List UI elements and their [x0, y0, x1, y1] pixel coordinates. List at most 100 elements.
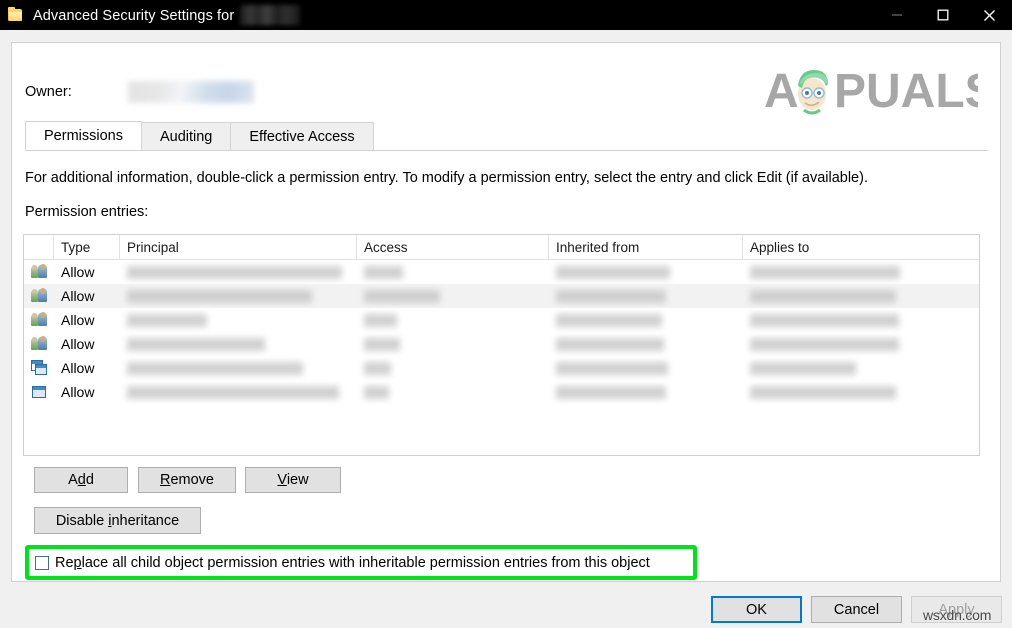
column-header-access[interactable]: Access	[357, 235, 549, 259]
tab-auditing-label: Auditing	[159, 128, 213, 145]
row-inherited-from-cell	[549, 380, 743, 404]
minimize-icon[interactable]	[874, 0, 920, 30]
add-button[interactable]: Add	[34, 467, 128, 493]
tab-auditing[interactable]: Auditing	[140, 122, 232, 150]
row-principal-cell	[120, 260, 357, 284]
permission-entries-list[interactable]: Type Principal Access Inherited from App…	[23, 234, 980, 456]
view-button[interactable]: View	[245, 467, 341, 493]
advanced-security-settings-dialog: Advanced Security Settings for Owner: A …	[0, 0, 1012, 628]
row-icon-cell	[24, 356, 54, 380]
redacted-value	[750, 313, 899, 327]
row-applies-to-cell	[743, 308, 978, 332]
cancel-button[interactable]: Cancel	[811, 596, 902, 623]
redacted-value	[556, 337, 664, 351]
permission-entries-label: Permission entries:	[25, 204, 149, 220]
column-header-type[interactable]: Type	[54, 235, 120, 259]
row-principal-cell	[120, 332, 357, 356]
row-inherited-from-cell	[549, 284, 743, 308]
row-applies-to-cell	[743, 380, 978, 404]
column-header-applies-to[interactable]: Applies to	[743, 235, 978, 259]
row-inherited-from-cell	[549, 308, 743, 332]
replace-child-permissions-checkbox[interactable]	[35, 555, 49, 570]
info-text: For additional information, double-click…	[25, 170, 868, 186]
redacted-value	[364, 289, 440, 303]
row-access-cell	[357, 284, 549, 308]
view-button-label: View	[277, 472, 309, 488]
redacted-value	[364, 337, 400, 351]
row-inherited-from-cell	[549, 332, 743, 356]
column-header-principal[interactable]: Principal	[120, 235, 357, 259]
window-title-redacted-name	[240, 5, 301, 25]
tab-permissions[interactable]: Permissions	[25, 121, 142, 150]
window-stack-icon	[30, 360, 48, 376]
redacted-value	[750, 265, 900, 279]
replace-child-permissions-highlight: Replace all child object permission entr…	[25, 545, 697, 580]
list-header-row: Type Principal Access Inherited from App…	[24, 235, 979, 260]
redacted-value	[364, 265, 403, 279]
row-type-cell: Allow	[61, 288, 95, 304]
row-principal-cell	[120, 284, 357, 308]
row-access-cell	[357, 356, 549, 380]
row-type-cell: Allow	[61, 384, 95, 400]
cancel-button-label: Cancel	[833, 601, 880, 618]
redacted-value	[127, 337, 265, 351]
replace-child-permissions-label: Replace all child object permission entr…	[55, 554, 650, 571]
row-access-cell	[357, 380, 549, 404]
disable-inheritance-button-label: Disable inheritance	[55, 512, 180, 529]
table-row[interactable]: Allow	[24, 380, 979, 404]
row-principal-cell	[120, 308, 357, 332]
column-header-icon[interactable]	[24, 235, 54, 259]
svg-text:A: A	[764, 65, 799, 116]
add-button-label: Add	[68, 472, 94, 488]
title-bar: Advanced Security Settings for	[0, 0, 1012, 30]
table-row[interactable]: Allow	[24, 260, 979, 284]
site-watermark: wsxdn.com	[923, 607, 992, 623]
window-controls	[874, 0, 1012, 30]
row-icon-cell	[24, 380, 54, 404]
row-principal-cell	[120, 380, 357, 404]
tab-permissions-label: Permissions	[44, 127, 123, 144]
table-row[interactable]: Allow	[24, 332, 979, 356]
maximize-icon[interactable]	[920, 0, 966, 30]
table-row[interactable]: Allow	[24, 356, 979, 380]
row-access-cell	[357, 332, 549, 356]
redacted-value	[556, 289, 666, 303]
close-icon[interactable]	[966, 0, 1012, 30]
tab-bar: Permissions Auditing Effective Access	[25, 121, 988, 151]
replace-child-permissions-row[interactable]: Replace all child object permission entr…	[29, 555, 650, 571]
row-type-cell: Allow	[61, 264, 95, 280]
svg-text:PUALS: PUALS	[834, 65, 978, 116]
row-icon-cell	[24, 308, 54, 332]
redacted-value	[556, 361, 668, 375]
row-access-cell	[357, 260, 549, 284]
redacted-value	[364, 385, 389, 399]
redacted-value	[364, 313, 397, 327]
table-row[interactable]: Allow	[24, 284, 979, 308]
appuals-mascot	[798, 70, 828, 115]
list-body: Allow Allow Allow Allow Allow Allow	[24, 260, 979, 404]
disable-inheritance-button[interactable]: Disable inheritance	[34, 507, 201, 534]
owner-row: Owner:	[25, 81, 254, 103]
row-type-cell: Allow	[61, 360, 95, 376]
window-title: Advanced Security Settings for	[33, 5, 301, 25]
tab-effective-access[interactable]: Effective Access	[230, 122, 374, 150]
row-icon-cell	[24, 332, 54, 356]
window-title-text: Advanced Security Settings for	[33, 8, 235, 24]
redacted-value	[127, 313, 207, 327]
users-icon	[30, 264, 48, 280]
redacted-value	[556, 265, 670, 279]
redacted-value	[556, 313, 662, 327]
remove-button[interactable]: Remove	[138, 467, 236, 493]
users-icon	[30, 336, 48, 352]
table-row[interactable]: Allow	[24, 308, 979, 332]
remove-button-label: Remove	[159, 472, 214, 488]
row-access-cell	[357, 308, 549, 332]
users-icon	[30, 288, 48, 304]
row-inherited-from-cell	[549, 356, 743, 380]
owner-value-redacted	[127, 81, 254, 103]
row-inherited-from-cell	[549, 260, 743, 284]
ok-button[interactable]: OK	[711, 596, 802, 623]
row-applies-to-cell	[743, 332, 978, 356]
column-header-inherited-from[interactable]: Inherited from	[549, 235, 743, 259]
row-type-cell: Allow	[61, 336, 95, 352]
